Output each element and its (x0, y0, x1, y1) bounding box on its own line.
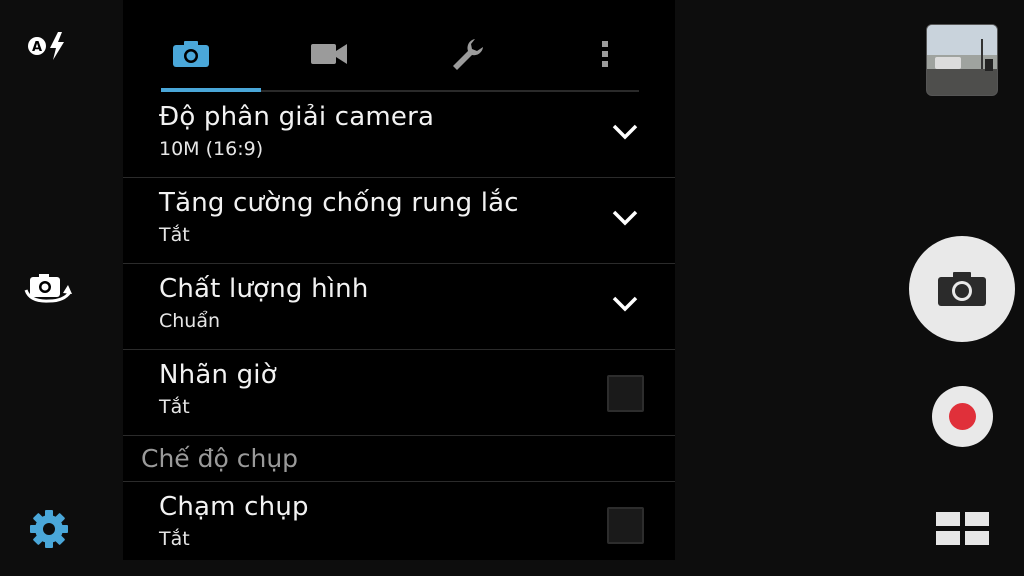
grid-icon (936, 512, 960, 526)
shutter-button[interactable] (909, 236, 1015, 342)
tab-more[interactable] (570, 28, 640, 80)
setting-image-quality[interactable]: Chất lượng hình Chuẩn (123, 264, 675, 350)
setting-title: Chạm chụp (159, 492, 309, 522)
touch-capture-checkbox[interactable] (607, 507, 644, 544)
setting-value: 10M (16:9) (159, 138, 264, 160)
chevron-down-icon[interactable] (611, 208, 639, 228)
setting-title: Chất lượng hình (159, 274, 369, 304)
more-vertical-icon (602, 41, 608, 67)
setting-value: Tắt (159, 396, 190, 418)
setting-touch-capture[interactable]: Chạm chụp Tắt (123, 482, 675, 568)
video-camera-icon (311, 44, 347, 64)
camera-icon (173, 41, 209, 67)
gallery-thumbnail[interactable] (926, 24, 998, 96)
record-video-button[interactable] (932, 386, 993, 447)
flash-auto-icon[interactable]: A (26, 30, 74, 62)
camera-screen: A Độ phân giải camera 10M (16:9) Tăng cư… (0, 0, 1024, 576)
setting-title: Nhãn giờ (159, 360, 277, 390)
setting-stabilization[interactable]: Tăng cường chống rung lắc Tắt (123, 178, 675, 264)
setting-title: Độ phân giải camera (159, 102, 435, 132)
tab-video[interactable] (294, 28, 364, 80)
section-label: Chế độ chụp (141, 444, 299, 473)
timestamp-checkbox[interactable] (607, 375, 644, 412)
setting-value: Chuẩn (159, 310, 221, 332)
setting-title: Tăng cường chống rung lắc (159, 188, 519, 218)
camera-icon (938, 272, 986, 306)
tab-camera[interactable] (156, 28, 226, 80)
setting-value: Tắt (159, 528, 190, 550)
setting-camera-resolution[interactable]: Độ phân giải camera 10M (16:9) (123, 92, 675, 178)
settings-panel: Độ phân giải camera 10M (16:9) Tăng cườn… (123, 0, 675, 560)
setting-value: Tắt (159, 224, 190, 246)
wrench-icon (453, 39, 483, 70)
flash-mode-letter: A (32, 40, 42, 55)
chevron-down-icon[interactable] (611, 294, 639, 314)
setting-timestamp[interactable]: Nhãn giờ Tắt (123, 350, 675, 436)
chevron-down-icon[interactable] (611, 122, 639, 142)
left-control-rail: A (0, 0, 96, 576)
camera-modes-button[interactable] (936, 512, 989, 546)
record-icon (949, 403, 976, 430)
gear-icon[interactable] (28, 508, 70, 550)
tab-tools[interactable] (432, 28, 502, 80)
settings-tabs (123, 0, 675, 92)
section-header-capture-mode: Chế độ chụp (123, 436, 675, 482)
switch-camera-icon[interactable] (24, 272, 74, 304)
